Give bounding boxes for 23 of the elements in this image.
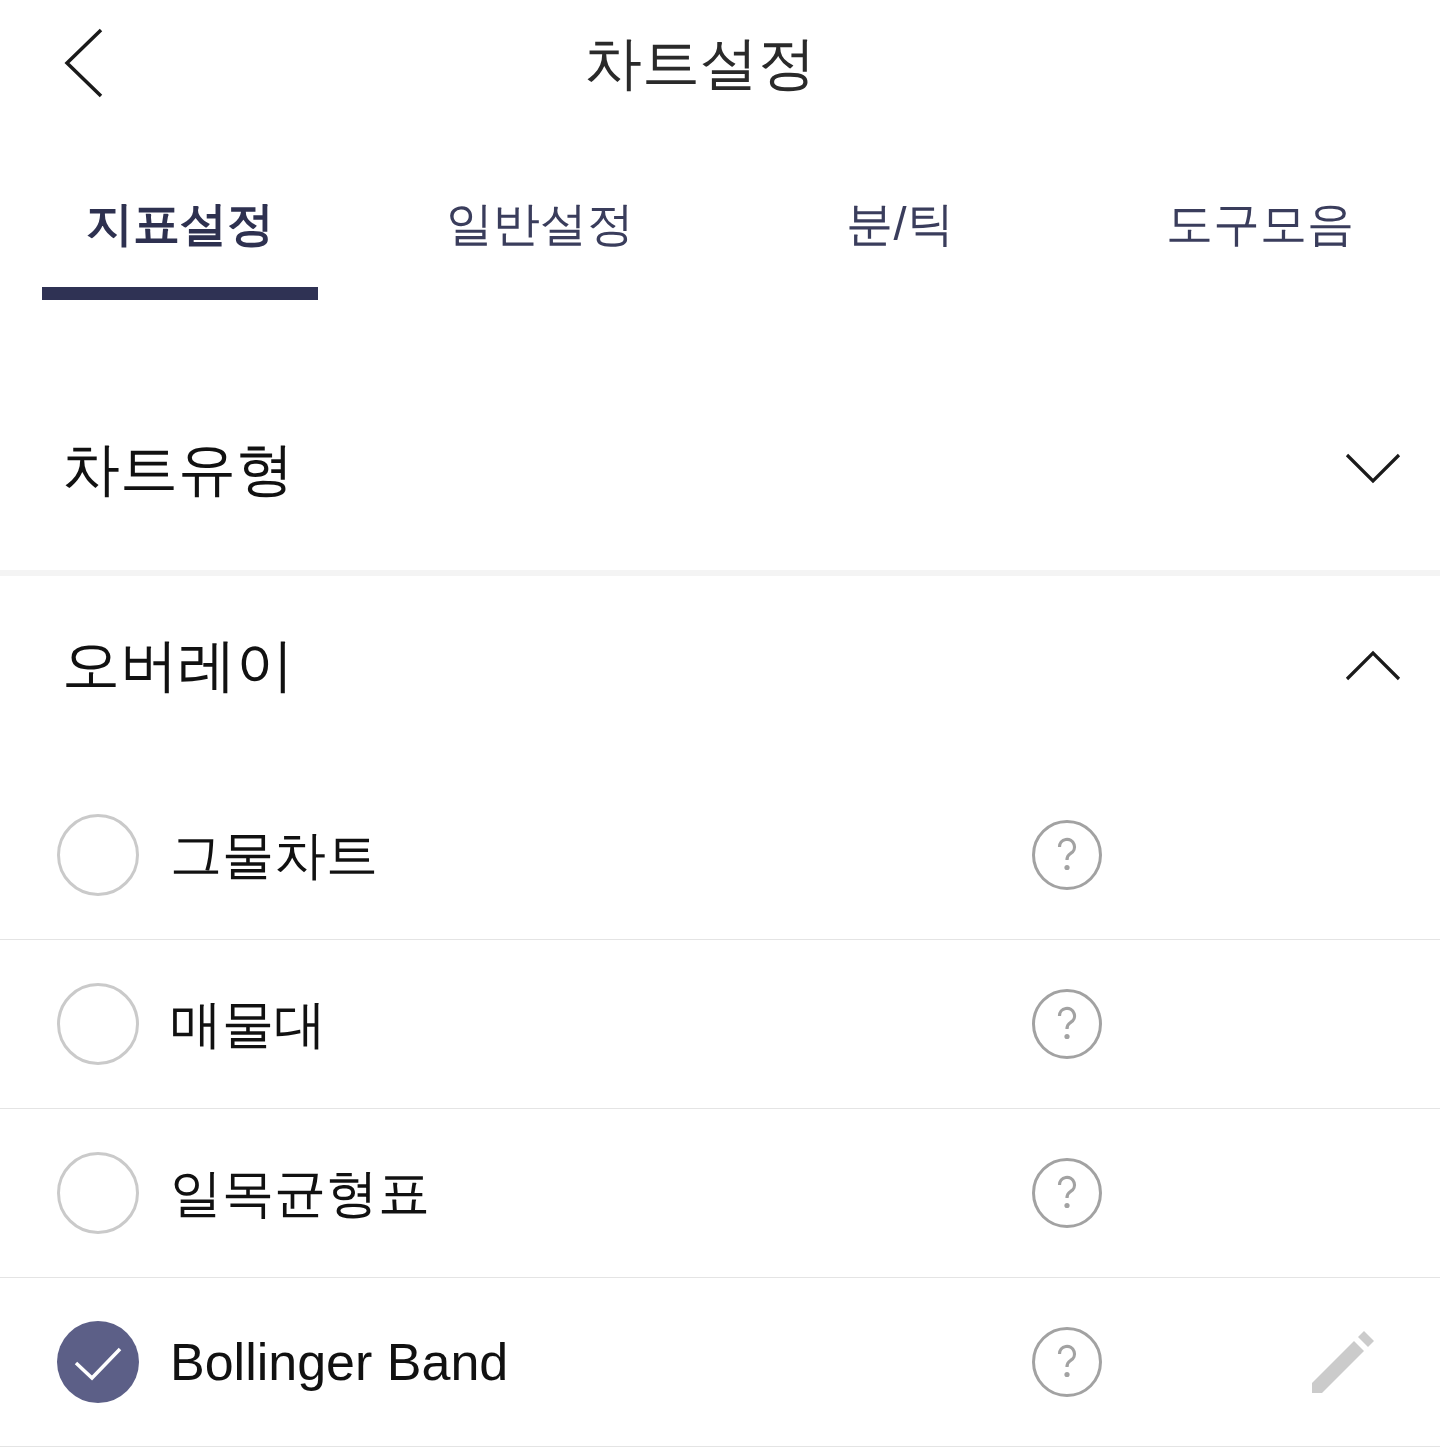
indicator-name: 그물차트 — [170, 825, 379, 886]
radio-button[interactable] — [57, 983, 139, 1065]
section-toggle[interactable]: 오버레이 — [0, 576, 1440, 766]
chevron-left-icon[interactable] — [64, 28, 104, 98]
tab[interactable]: 일반설정 — [402, 178, 678, 300]
tab[interactable]: 분/틱 — [762, 178, 1038, 300]
page-title: 차트설정 — [584, 29, 816, 97]
chevron-up-icon — [1345, 649, 1401, 681]
help-icon[interactable] — [1032, 820, 1102, 890]
help-icon[interactable] — [1032, 1327, 1102, 1397]
indicator-name: 일목균형표 — [170, 1163, 431, 1224]
radio-button[interactable] — [57, 1152, 139, 1234]
indicator-name: Bollinger Band — [170, 1332, 510, 1393]
tab[interactable]: 지표설정 — [42, 178, 318, 300]
radio-button[interactable] — [57, 1321, 139, 1403]
chevron-down-icon — [1345, 453, 1401, 485]
pencil-icon[interactable] — [1312, 1331, 1374, 1393]
section-toggle[interactable]: 차트유형 — [0, 380, 1440, 570]
tab[interactable]: 도구모음 — [1122, 178, 1398, 300]
radio-button[interactable] — [57, 814, 139, 896]
help-icon[interactable] — [1032, 1158, 1102, 1228]
help-icon[interactable] — [1032, 989, 1102, 1059]
indicator-name: 매물대 — [170, 994, 327, 1055]
